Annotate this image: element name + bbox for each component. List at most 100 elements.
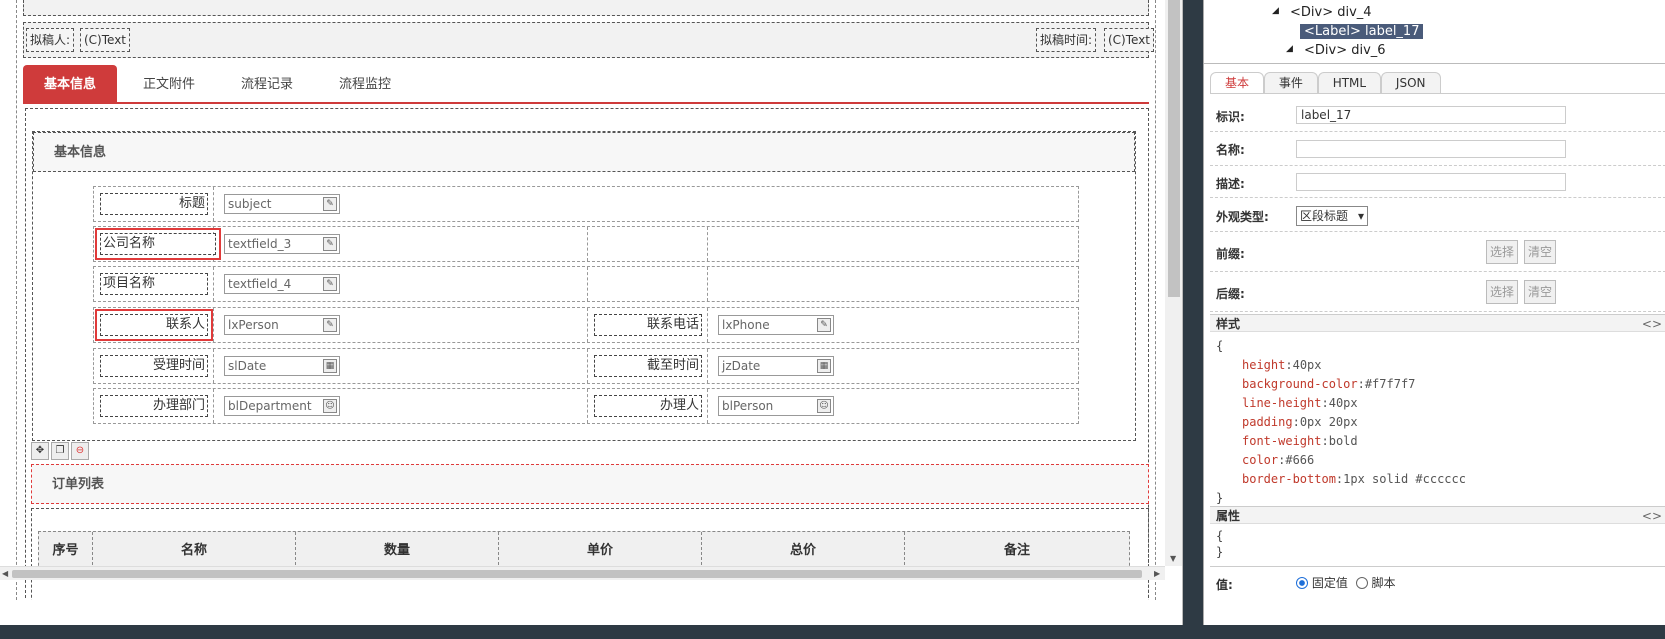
copy-icon[interactable]: ❐ bbox=[51, 442, 69, 460]
suffix-clear-button[interactable]: 清空 bbox=[1524, 280, 1556, 304]
edit-icon[interactable]: ✎ bbox=[323, 237, 337, 251]
field-label[interactable]: 标题 bbox=[100, 193, 208, 215]
input-cell: blPerson ☺ bbox=[712, 389, 1078, 423]
form-row: 标题 subject ✎ bbox=[93, 186, 1079, 222]
field-label[interactable]: 截至时间 bbox=[594, 355, 702, 377]
edit-icon[interactable]: ✎ bbox=[817, 318, 831, 332]
style-colon: : bbox=[1357, 377, 1365, 391]
label-cell: 公司名称 bbox=[94, 227, 221, 261]
prop-row-id: 标识: label_17 bbox=[1210, 100, 1665, 132]
grid-col-total: 总价 bbox=[702, 532, 905, 570]
order-grid-header: 序号 名称 数量 单价 总价 备注 bbox=[38, 531, 1130, 571]
style-value: 40px bbox=[1292, 358, 1322, 372]
field-label[interactable]: 项目名称 bbox=[100, 273, 208, 295]
horizontal-scroll-thumb[interactable] bbox=[12, 570, 1142, 578]
field-label[interactable]: 受理时间 bbox=[100, 355, 208, 377]
tab-flow-records[interactable]: 流程记录 bbox=[225, 65, 309, 104]
prefix-clear-button[interactable]: 清空 bbox=[1524, 240, 1556, 264]
label-cell: 截至时间 bbox=[588, 349, 708, 383]
user-icon[interactable]: ☺ bbox=[817, 399, 831, 413]
collapse-icon[interactable]: ◢ bbox=[1286, 44, 1293, 54]
style-key: font-weight bbox=[1242, 434, 1322, 448]
attr-editor[interactable]: { } bbox=[1216, 528, 1223, 560]
scroll-left-icon[interactable]: ◀ bbox=[2, 569, 8, 578]
style-value: 0px 20px bbox=[1299, 415, 1358, 429]
radio-script-label: 脚本 bbox=[1371, 576, 1396, 590]
tab-flow-monitor[interactable]: 流程监控 bbox=[323, 65, 407, 104]
tree-node-div6[interactable]: <Div> div_6 bbox=[1304, 43, 1386, 58]
collapse-icon[interactable]: ◢ bbox=[1272, 6, 1279, 16]
field-input-value: blPerson bbox=[722, 399, 774, 413]
tab-html[interactable]: HTML bbox=[1317, 72, 1382, 93]
scroll-down-icon[interactable]: ▼ bbox=[1170, 554, 1176, 563]
edit-icon[interactable]: ✎ bbox=[323, 318, 337, 332]
input-cell: lxPhone ✎ bbox=[712, 308, 1078, 342]
expand-toggle-icon[interactable]: <> bbox=[1642, 315, 1662, 333]
prefix-label: 前缀: bbox=[1216, 247, 1245, 261]
vertical-scroll-thumb[interactable] bbox=[1168, 0, 1180, 297]
field-input[interactable]: slDate ▦ bbox=[224, 356, 340, 376]
style-value: #666 bbox=[1285, 453, 1315, 467]
label-cell: 办理部门 bbox=[94, 389, 214, 423]
field-input[interactable]: jzDate ▦ bbox=[718, 356, 834, 376]
input-cell: jzDate ▦ bbox=[712, 349, 1078, 383]
name-input[interactable] bbox=[1296, 140, 1566, 158]
inspector-tabs: 基本 事件 HTML JSON bbox=[1210, 72, 1665, 94]
field-label[interactable]: 联系人 bbox=[95, 309, 213, 341]
vertical-scrollbar[interactable]: ▼ bbox=[1165, 0, 1182, 566]
user-icon[interactable]: ☺ bbox=[323, 399, 337, 413]
radio-fixed[interactable] bbox=[1296, 577, 1308, 589]
field-label[interactable]: 联系电话 bbox=[594, 314, 702, 336]
section-title[interactable]: 基本信息 bbox=[33, 132, 1135, 172]
field-input-value: slDate bbox=[228, 359, 267, 373]
drafter-value: (C)Text bbox=[80, 28, 131, 52]
chevron-down-icon: ▾ bbox=[1357, 209, 1364, 223]
tab-json[interactable]: JSON bbox=[1380, 72, 1441, 93]
field-label[interactable]: 公司名称 bbox=[95, 228, 221, 260]
tree-node-div4[interactable]: <Div> div_4 bbox=[1290, 5, 1372, 20]
field-input[interactable]: subject ✎ bbox=[224, 194, 340, 214]
desc-input[interactable] bbox=[1296, 173, 1566, 191]
appearance-select[interactable]: 区段标题 ▾ bbox=[1296, 206, 1368, 226]
field-input-value: blDepartment bbox=[228, 399, 312, 413]
tab-basic[interactable]: 基本 bbox=[1210, 72, 1265, 93]
field-input[interactable]: textfield_3 ✎ bbox=[224, 234, 340, 254]
edit-icon[interactable]: ✎ bbox=[323, 197, 337, 211]
style-open-brace: { bbox=[1216, 339, 1224, 353]
field-label[interactable]: 办理人 bbox=[594, 395, 702, 417]
tab-basic-info[interactable]: 基本信息 bbox=[23, 65, 117, 104]
field-input-value: jzDate bbox=[722, 359, 761, 373]
field-label[interactable]: 办理部门 bbox=[100, 395, 208, 417]
field-input[interactable]: lxPhone ✎ bbox=[718, 315, 834, 335]
field-input[interactable]: blPerson ☺ bbox=[718, 396, 834, 416]
tree-node-label17[interactable]: <Label> label_17 bbox=[1300, 24, 1424, 39]
delete-icon[interactable]: ⊖ bbox=[71, 442, 89, 460]
style-line: padding:0px 20px bbox=[1216, 413, 1466, 432]
suffix-select-button[interactable]: 选择 bbox=[1486, 280, 1518, 304]
field-input[interactable]: textfield_4 ✎ bbox=[224, 274, 340, 294]
expand-toggle-icon[interactable]: <> bbox=[1642, 507, 1662, 525]
tab-attachments[interactable]: 正文附件 bbox=[127, 65, 211, 104]
field-input-value: lxPerson bbox=[228, 318, 279, 332]
style-colon: : bbox=[1292, 415, 1300, 429]
order-list-title[interactable]: 订单列表 bbox=[31, 464, 1149, 504]
grid-col-name: 名称 bbox=[93, 532, 296, 570]
field-input[interactable]: lxPerson ✎ bbox=[224, 315, 340, 335]
horizontal-scrollbar[interactable]: ◀ ▶ bbox=[0, 566, 1165, 580]
input-cell: textfield_3 ✎ bbox=[218, 227, 588, 261]
style-editor[interactable]: { height:40px background-color:#f7f7f7 lin… bbox=[1216, 337, 1466, 508]
move-icon[interactable]: ✥ bbox=[31, 442, 49, 460]
radio-fixed-label: 固定值 bbox=[1311, 576, 1348, 590]
prefix-select-button[interactable]: 选择 bbox=[1486, 240, 1518, 264]
header-row: 拟稿人: (C)Text 拟稿时间: (C)Text bbox=[23, 22, 1155, 58]
field-input[interactable]: blDepartment ☺ bbox=[224, 396, 340, 416]
draft-time-value: (C)Text bbox=[1104, 28, 1155, 52]
scroll-right-icon[interactable]: ▶ bbox=[1154, 569, 1160, 578]
calendar-icon[interactable]: ▦ bbox=[817, 359, 831, 373]
top-strip bbox=[23, 0, 1149, 16]
calendar-icon[interactable]: ▦ bbox=[323, 359, 337, 373]
tab-events[interactable]: 事件 bbox=[1263, 72, 1318, 93]
id-input[interactable]: label_17 bbox=[1296, 106, 1566, 124]
edit-icon[interactable]: ✎ bbox=[323, 277, 337, 291]
radio-script[interactable] bbox=[1355, 577, 1368, 589]
